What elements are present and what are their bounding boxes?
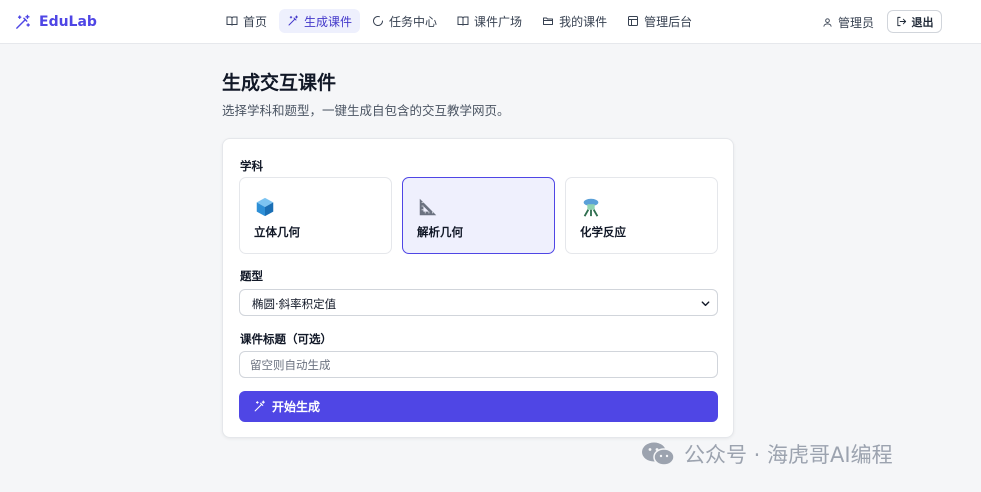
chevron-down-icon bbox=[701, 301, 710, 307]
generate-form-card: 学科 立体几何 解析几何 化学反应 题型 椭圆·斜率积定值 课件标题（可选） 留… bbox=[222, 138, 734, 438]
book-icon bbox=[457, 16, 469, 26]
user-name: 管理员 bbox=[838, 16, 875, 30]
nav-label: 课件广场 bbox=[474, 14, 523, 29]
nav-label: 生成课件 bbox=[304, 14, 353, 29]
brand-logo[interactable]: EduLab bbox=[14, 11, 97, 33]
logout-icon bbox=[896, 16, 906, 27]
triangle-ruler-icon bbox=[419, 198, 437, 216]
magic-wand-icon bbox=[16, 14, 30, 29]
subject-option-chemistry[interactable]: 化学反应 bbox=[565, 177, 718, 254]
question-type-select[interactable]: 椭圆·斜率积定值 bbox=[239, 289, 718, 316]
folder-icon bbox=[543, 17, 554, 25]
nav-item-home[interactable]: 首页 bbox=[218, 9, 275, 33]
logout-label: 退出 bbox=[911, 15, 934, 29]
brand-name: EduLab bbox=[39, 14, 97, 30]
book-icon bbox=[226, 16, 238, 26]
watermark-text: 公众号 · 海虎哥AI编程 bbox=[684, 443, 893, 467]
nav-label: 我的课件 bbox=[559, 14, 608, 29]
watermark: 公众号 · 海虎哥AI编程 bbox=[640, 438, 893, 470]
nav-label: 任务中心 bbox=[389, 14, 438, 29]
dashboard-icon bbox=[628, 16, 639, 26]
courseware-title-label: 课件标题（可选） bbox=[240, 332, 332, 346]
spinner-icon bbox=[373, 15, 384, 26]
wechat-icon bbox=[642, 442, 675, 466]
question-type-value: 椭圆·斜率积定值 bbox=[252, 297, 337, 311]
page-subtitle: 选择学科和题型，一键生成自包含的交互教学网页。 bbox=[222, 103, 510, 118]
subject-option-label: 化学反应 bbox=[580, 225, 626, 239]
magic-wand-icon bbox=[288, 15, 299, 26]
courseware-title-input[interactable] bbox=[239, 351, 718, 378]
subject-option-solid-geometry[interactable]: 立体几何 bbox=[239, 177, 392, 254]
nav-item-generate[interactable]: 生成课件 bbox=[279, 9, 361, 33]
page-title: 生成交互课件 bbox=[222, 72, 337, 94]
microscope-icon bbox=[583, 198, 599, 217]
start-generate-label: 开始生成 bbox=[272, 400, 321, 414]
start-generate-button[interactable]: 开始生成 bbox=[239, 391, 718, 422]
nav-item-admin[interactable]: 管理后台 bbox=[619, 9, 700, 33]
main-nav: 首页 生成课件 任务中心 课件广场 我的课件 管理后台 bbox=[218, 9, 700, 33]
logout-button[interactable]: 退出 bbox=[887, 10, 942, 33]
subject-option-label: 立体几何 bbox=[254, 225, 300, 239]
user-icon bbox=[823, 18, 832, 27]
subject-label: 学科 bbox=[240, 159, 263, 173]
nav-item-tasks[interactable]: 任务中心 bbox=[364, 9, 445, 33]
user-menu[interactable]: 管理员 bbox=[822, 14, 874, 31]
nav-label: 首页 bbox=[243, 14, 268, 29]
nav-item-my-courseware[interactable]: 我的课件 bbox=[534, 9, 615, 33]
nav-item-gallery[interactable]: 课件广场 bbox=[449, 9, 530, 33]
cube-icon bbox=[256, 197, 274, 217]
question-type-label: 题型 bbox=[240, 269, 263, 283]
top-navbar: EduLab 首页 生成课件 任务中心 课件广场 我的课件 管理后台 管理员 退… bbox=[0, 0, 981, 44]
subject-option-label: 解析几何 bbox=[417, 225, 463, 239]
magic-wand-icon bbox=[254, 400, 265, 412]
subject-options: 立体几何 解析几何 化学反应 bbox=[239, 177, 718, 254]
subject-option-analytic-geometry[interactable]: 解析几何 bbox=[402, 177, 555, 254]
nav-label: 管理后台 bbox=[644, 14, 693, 29]
